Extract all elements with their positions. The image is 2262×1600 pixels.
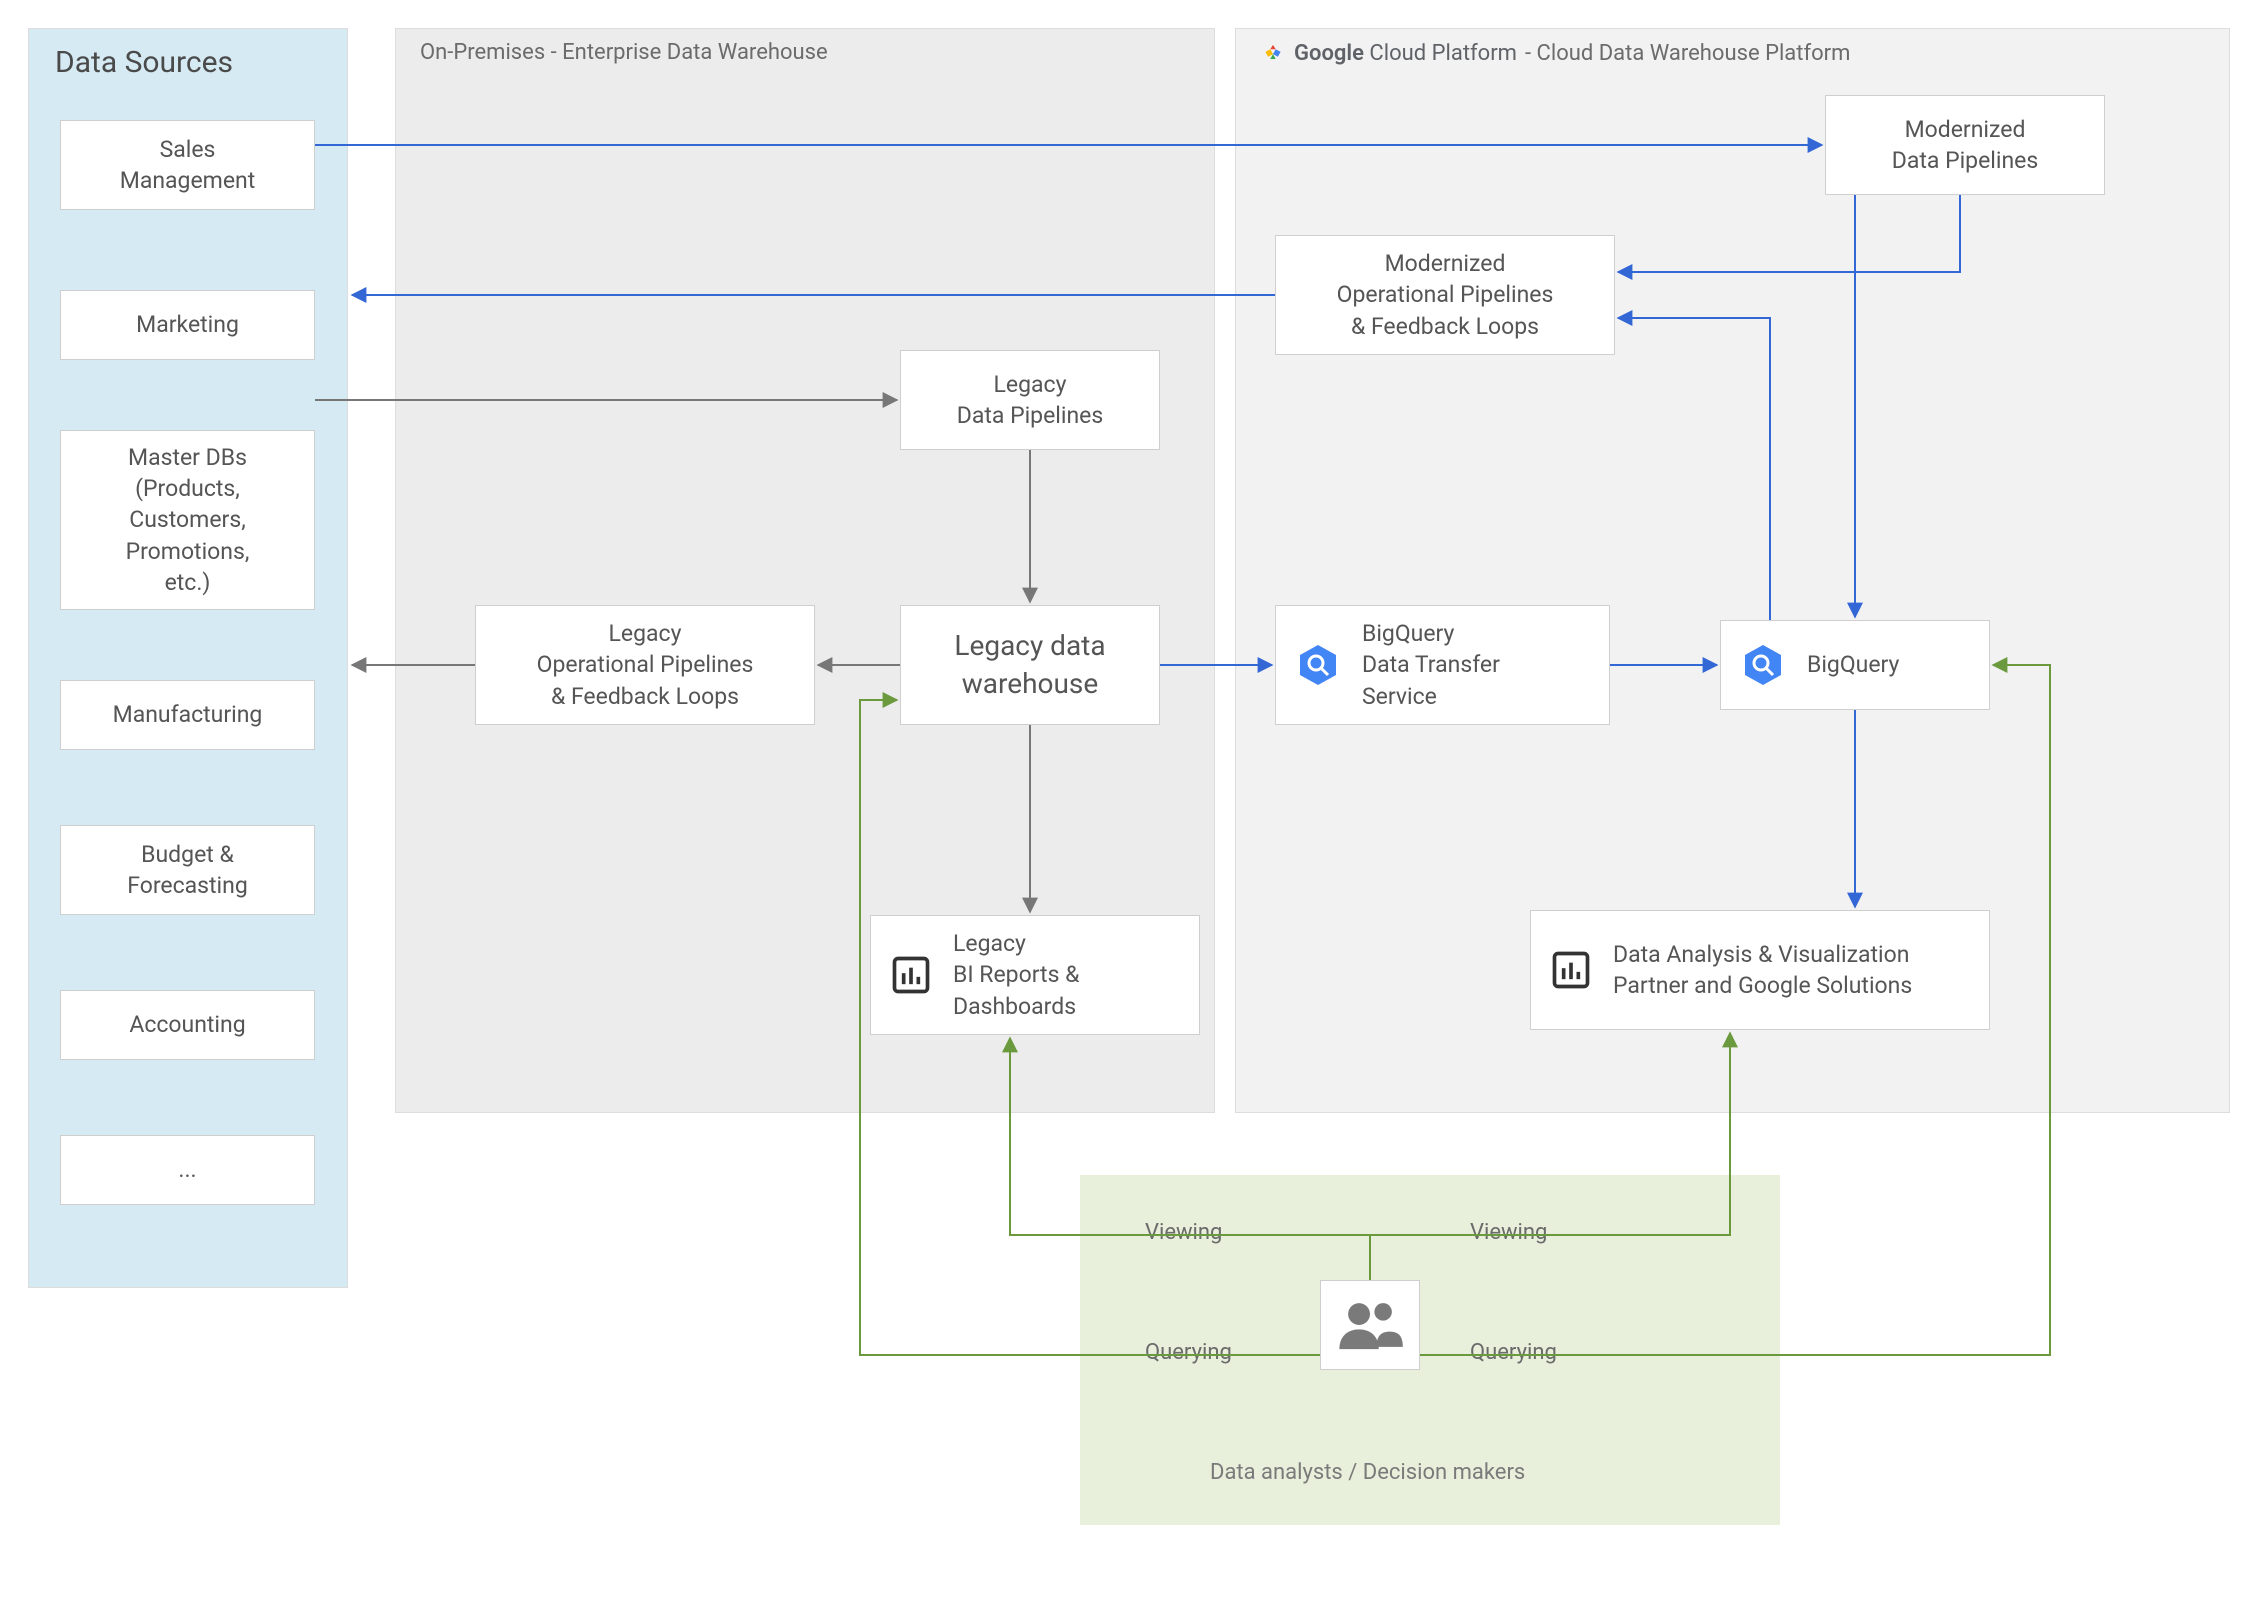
box-legacy-bi: Legacy BI Reports & Dashboards [870, 915, 1200, 1035]
region-title-gcp: Google Cloud Platform - Cloud Data Wareh… [1260, 40, 1850, 66]
box-modernized-ops-pipelines: Modernized Operational Pipelines & Feedb… [1275, 235, 1615, 355]
label-viewing-right: Viewing [1470, 1220, 1547, 1245]
region-title-data-sources: Data Sources [55, 45, 233, 80]
source-budget-forecasting: Budget & Forecasting [60, 825, 315, 915]
box-data-analysis-viz: Data Analysis & Visualization Partner an… [1530, 910, 1990, 1030]
source-sales-management: Sales Management [60, 120, 315, 210]
gcp-brand-text: Google Cloud Platform [1294, 41, 1517, 66]
box-bigquery: BigQuery [1720, 620, 1990, 710]
bar-chart-icon [889, 953, 933, 997]
box-legacy-ops-pipelines: Legacy Operational Pipelines & Feedback … [475, 605, 815, 725]
gcp-logo-icon [1260, 40, 1286, 66]
source-manufacturing: Manufacturing [60, 680, 315, 750]
box-legacy-data-warehouse: Legacy data warehouse [900, 605, 1160, 725]
label-querying-right: Querying [1470, 1340, 1557, 1365]
source-more: ... [60, 1135, 315, 1205]
box-users [1320, 1280, 1420, 1370]
bar-chart-icon [1549, 948, 1593, 992]
region-data-sources [28, 28, 348, 1288]
source-accounting: Accounting [60, 990, 315, 1060]
source-marketing: Marketing [60, 290, 315, 360]
box-modernized-data-pipelines: Modernized Data Pipelines [1825, 95, 2105, 195]
box-bigquery-dts: BigQuery Data Transfer Service [1275, 605, 1610, 725]
users-icon [1335, 1297, 1405, 1353]
bigquery-icon [1739, 641, 1787, 689]
label-viewing-left: Viewing [1145, 1220, 1222, 1245]
region-title-on-premises: On-Premises - Enterprise Data Warehouse [420, 40, 828, 65]
gcp-title-suffix: - Cloud Data Warehouse Platform [1525, 41, 1850, 66]
label-querying-left: Querying [1145, 1340, 1232, 1365]
box-legacy-data-pipelines: Legacy Data Pipelines [900, 350, 1160, 450]
source-master-dbs: Master DBs (Products, Customers, Promoti… [60, 430, 315, 610]
users-caption: Data analysts / Decision makers [1210, 1460, 1525, 1485]
bigquery-icon [1294, 641, 1342, 689]
architecture-diagram: Data Sources On-Premises - Enterprise Da… [0, 0, 2262, 1600]
